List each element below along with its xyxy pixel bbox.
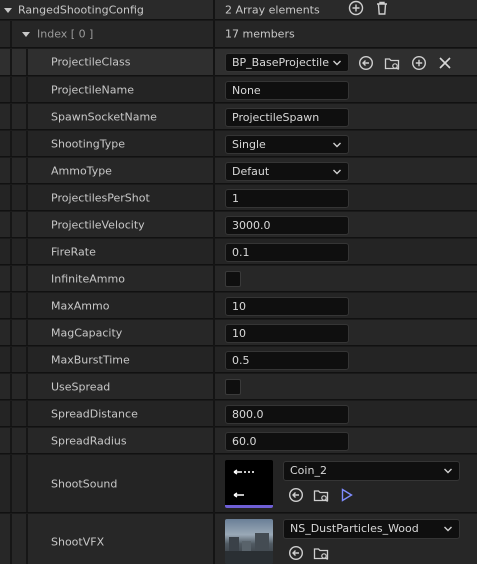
projectiles-per-shot-field[interactable]: 1 bbox=[225, 189, 349, 208]
projectile-class-combo[interactable]: BP_BaseProjectile bbox=[225, 53, 349, 72]
row-max-ammo: MaxAmmo 10 bbox=[0, 293, 477, 319]
infinite-ammo-checkbox[interactable] bbox=[225, 271, 241, 287]
max-ammo-field[interactable]: 10 bbox=[225, 297, 349, 316]
index-label: Index [ 0 ] bbox=[37, 27, 94, 41]
label-use-spread: UseSpread bbox=[51, 380, 111, 393]
chevron-down-icon bbox=[333, 60, 341, 66]
browse-folder-icon[interactable] bbox=[313, 487, 329, 503]
ammo-type-combo[interactable]: Defaut bbox=[225, 162, 349, 181]
array-header-row: RangedShootingConfig 2 Array elements bbox=[0, 0, 477, 20]
projectile-name-field[interactable]: None bbox=[225, 81, 349, 100]
row-spawn-socket-name: SpawnSocketName ProjectileSpawn bbox=[0, 104, 477, 130]
mag-capacity-field[interactable]: 10 bbox=[225, 324, 349, 343]
row-infinite-ammo: InfiniteAmmo bbox=[0, 266, 477, 292]
label-max-ammo: MaxAmmo bbox=[51, 299, 110, 312]
scene-preview-icon bbox=[225, 533, 273, 564]
label-shoot-vfx: ShootVFX bbox=[51, 535, 105, 549]
row-fire-rate: FireRate 0.1 bbox=[0, 239, 477, 265]
label-projectile-class: ProjectileClass bbox=[51, 55, 131, 69]
shooting-type-value: Single bbox=[232, 138, 266, 151]
label-projectile-name: ProjectileName bbox=[51, 83, 134, 96]
label-projectiles-per-shot: ProjectilesPerShot bbox=[51, 191, 150, 204]
row-projectile-velocity: ProjectileVelocity 3000.0 bbox=[0, 212, 477, 238]
array-count: 2 Array elements bbox=[225, 3, 320, 16]
row-max-burst-time: MaxBurstTime 0.5 bbox=[0, 347, 477, 373]
row-spread-distance: SpreadDistance 800.0 bbox=[0, 401, 477, 427]
label-shooting-type: ShootingType bbox=[51, 137, 126, 150]
index-row: Index [ 0 ] 17 members bbox=[0, 21, 477, 48]
index-left: Index [ 0 ] bbox=[0, 21, 214, 47]
shoot-sound-value: Coin_2 bbox=[290, 464, 327, 477]
add-element-icon[interactable] bbox=[348, 0, 364, 16]
label-mag-capacity: MagCapacity bbox=[51, 326, 123, 339]
label-shoot-sound: ShootSound bbox=[51, 477, 118, 490]
vfx-thumbnail[interactable] bbox=[225, 519, 273, 564]
chevron-down-icon bbox=[333, 169, 341, 175]
row-spread-radius: SpreadRadius 60.0 bbox=[0, 428, 477, 454]
label-spread-distance: SpreadDistance bbox=[51, 407, 138, 420]
row-projectiles-per-shot: ProjectilesPerShot 1 bbox=[0, 185, 477, 211]
row-use-spread: UseSpread bbox=[0, 374, 477, 400]
use-selected-icon[interactable] bbox=[288, 487, 304, 503]
browse-folder-icon[interactable] bbox=[384, 55, 400, 71]
chevron-down-icon bbox=[444, 526, 452, 532]
label-max-burst-time: MaxBurstTime bbox=[51, 353, 130, 366]
array-header-right: 2 Array elements bbox=[215, 0, 477, 19]
projectile-velocity-field[interactable]: 3000.0 bbox=[225, 216, 349, 235]
chevron-down-icon bbox=[333, 142, 341, 148]
sound-wave-thumbnail[interactable] bbox=[225, 460, 273, 508]
collapse-arrow-icon[interactable] bbox=[22, 32, 30, 37]
shoot-sound-combo[interactable]: Coin_2 bbox=[283, 461, 460, 481]
label-fire-rate: FireRate bbox=[51, 245, 96, 258]
shoot-vfx-combo[interactable]: NS_DustParticles_Wood bbox=[283, 519, 460, 539]
max-burst-time-field[interactable]: 0.5 bbox=[225, 351, 349, 370]
row-shoot-sound: ShootSound Coin_2 bbox=[0, 455, 477, 513]
browse-folder-icon[interactable] bbox=[313, 545, 329, 561]
label-infinite-ammo: InfiniteAmmo bbox=[51, 272, 125, 285]
clear-icon[interactable] bbox=[437, 55, 453, 71]
row-mag-capacity: MagCapacity 10 bbox=[0, 320, 477, 346]
label-spread-radius: SpreadRadius bbox=[51, 434, 127, 447]
shoot-vfx-value: NS_DustParticles_Wood bbox=[290, 522, 419, 535]
use-selected-icon[interactable] bbox=[358, 55, 374, 71]
row-projectile-name: ProjectileName None bbox=[0, 77, 477, 103]
column-divider[interactable] bbox=[213, 0, 215, 564]
chevron-down-icon bbox=[444, 468, 452, 474]
row-ammo-type: AmmoType Defaut bbox=[0, 158, 477, 184]
row-projectile-class: ProjectileClass BP_BaseProjectile bbox=[0, 49, 477, 76]
members-count: 17 members bbox=[225, 27, 295, 41]
use-spread-checkbox[interactable] bbox=[225, 379, 241, 395]
index-right: 17 members bbox=[215, 21, 477, 47]
collapse-arrow-icon[interactable] bbox=[4, 7, 12, 13]
sound-wave-icon bbox=[225, 469, 273, 508]
row-shoot-vfx: ShootVFX NS_DustParticles_Wood bbox=[0, 514, 477, 564]
label-projectile-velocity: ProjectileVelocity bbox=[51, 218, 145, 231]
label-spawn-socket-name: SpawnSocketName bbox=[51, 110, 157, 123]
projectile-class-value: BP_BaseProjectile bbox=[232, 56, 329, 69]
add-icon[interactable] bbox=[411, 55, 427, 71]
fire-rate-field[interactable]: 0.1 bbox=[225, 243, 349, 262]
play-icon[interactable] bbox=[339, 487, 355, 503]
use-selected-icon[interactable] bbox=[288, 545, 304, 561]
row-shooting-type: ShootingType Single bbox=[0, 131, 477, 157]
spawn-socket-name-field[interactable]: ProjectileSpawn bbox=[225, 108, 349, 127]
array-title: RangedShootingConfig bbox=[18, 3, 144, 16]
label-ammo-type: AmmoType bbox=[51, 164, 112, 177]
spread-distance-field[interactable]: 800.0 bbox=[225, 405, 349, 424]
ammo-type-value: Defaut bbox=[232, 165, 270, 178]
trash-icon[interactable] bbox=[374, 0, 390, 16]
array-header-left: RangedShootingConfig bbox=[0, 0, 214, 19]
shooting-type-combo[interactable]: Single bbox=[225, 135, 349, 154]
spread-radius-field[interactable]: 60.0 bbox=[225, 432, 349, 451]
